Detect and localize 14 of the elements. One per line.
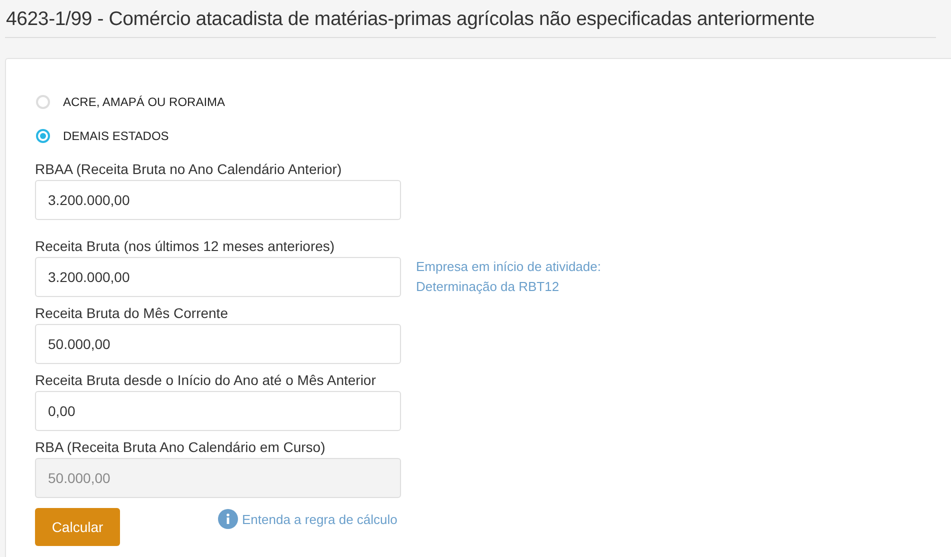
input-field[interactable]: 50.000,00 — [35, 324, 401, 364]
region-radio[interactable]: ACRE, AMAPÁ OU RORAIMA — [35, 85, 951, 119]
field-label: RBAA (Receita Bruta no Ano Calendário Anterior) — [35, 161, 343, 177]
radio-icon[interactable] — [36, 129, 50, 143]
field-label: RBA (Receita Bruta Ano Calendário em Curso) — [35, 439, 326, 455]
field-label: Receita Bruta desde o Início do Ano até o Mês Anterior — [35, 372, 377, 388]
region-radio[interactable]: DEMAIS ESTADOS — [35, 119, 951, 153]
field-label: Receita Bruta (nos últimos 12 meses anteriores) — [35, 238, 336, 254]
info-icon — [218, 509, 238, 529]
field-label: Receita Bruta do Mês Corrente — [35, 305, 229, 321]
page-title: 4623-1/99 - Comércio atacadista de matérias-primas agrícolas não especificadas anteriormente — [5, 0, 936, 38]
input-field[interactable]: 3.200.000,00 — [35, 180, 401, 220]
input-field[interactable]: 3.200.000,00 — [35, 257, 401, 297]
input-field[interactable]: 0,00 — [35, 391, 401, 431]
